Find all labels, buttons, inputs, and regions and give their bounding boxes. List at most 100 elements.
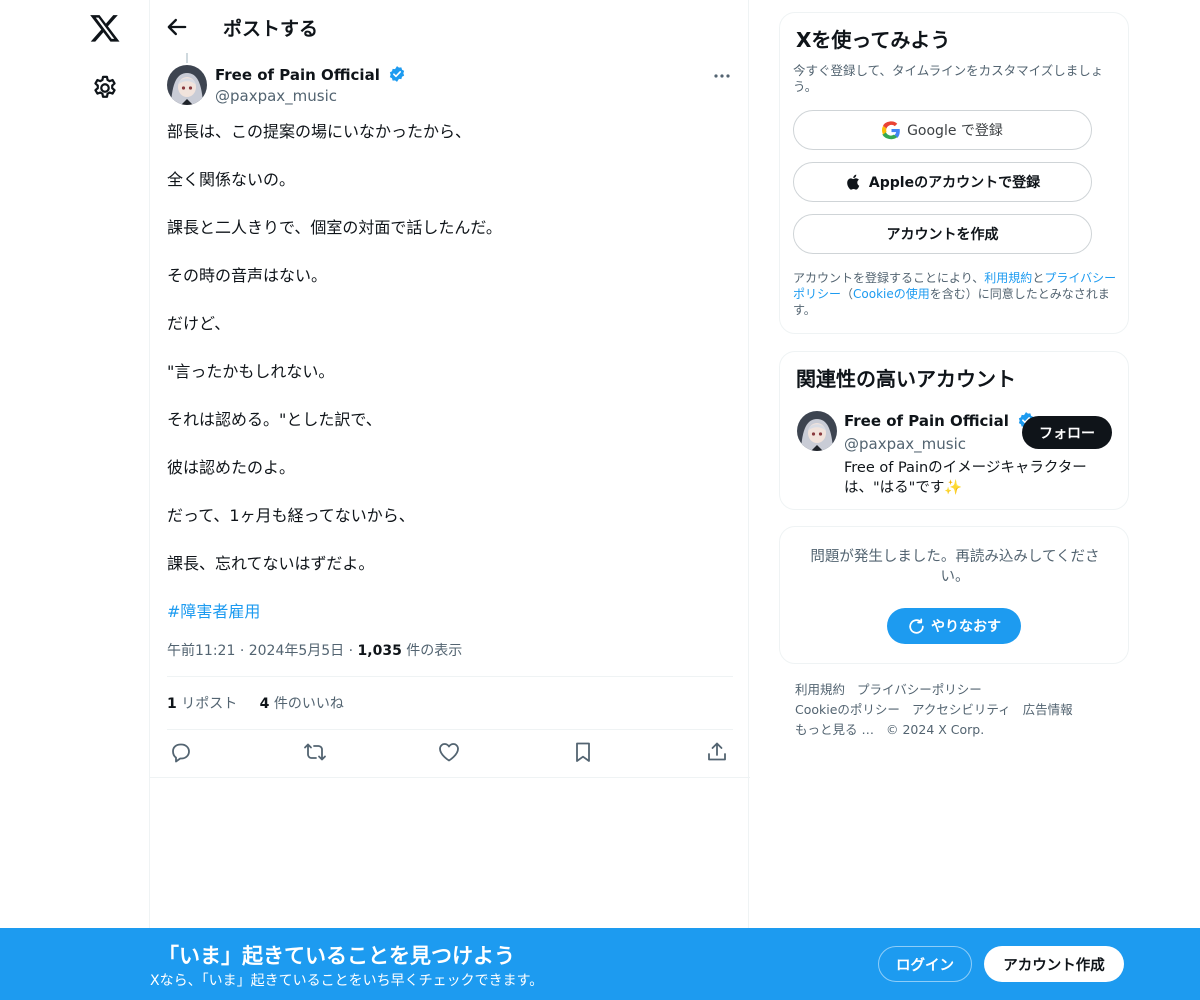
follow-button[interactable]: フォロー	[1022, 416, 1112, 449]
related-accounts-card: 関連性の高いアカウント Free of Pain Official @paxpa…	[779, 351, 1129, 510]
repost-button[interactable]	[303, 740, 329, 766]
post-stats: 1 リポスト 4 件のいいね	[167, 693, 362, 713]
author-handle[interactable]: @paxpax_music	[215, 87, 337, 105]
google-logo-icon	[882, 120, 900, 139]
author-avatar[interactable]	[167, 65, 207, 105]
back-button[interactable]	[163, 13, 191, 41]
reposts-label: リポスト	[181, 696, 238, 712]
legal-text: （	[841, 287, 854, 301]
post-meta: 午前11:21 · 2024年5月5日 · 1,035 件の表示	[167, 640, 462, 660]
main-column: ポストする Free of Pain Official @paxpax_musi…	[149, 0, 750, 1000]
x-logo-icon[interactable]	[89, 12, 121, 44]
apple-logo-icon	[847, 174, 860, 190]
left-nav	[0, 0, 150, 1000]
google-signup-label: Google で登録	[907, 123, 1003, 139]
hashtag-link[interactable]: #障害者雇用	[167, 602, 260, 621]
post-line: それは認める。"とした訳で、	[167, 410, 382, 429]
divider	[167, 729, 733, 730]
retry-label: やりなおす	[931, 619, 1001, 635]
views-label: 件の表示	[406, 643, 463, 659]
gear-icon[interactable]	[91, 74, 119, 102]
signup-card: Xを使ってみよう 今すぐ登録して、タイムラインをカスタマイズしましょう。 Goo…	[779, 12, 1129, 334]
copyright: © 2024 X Corp.	[885, 722, 985, 737]
likes-stat[interactable]: 4 件のいいね	[260, 696, 344, 712]
post-line: 全く関係ないの。	[167, 170, 296, 189]
share-icon	[708, 742, 726, 761]
page-title: ポストする	[223, 18, 319, 40]
repost-icon	[304, 743, 326, 761]
meta-separator: ·	[239, 643, 245, 659]
legal-text: と	[1032, 271, 1045, 285]
bookmark-icon	[576, 742, 590, 762]
legal-notice: アカウントを登録することにより、利用規約とプライバシーポリシー（Cookieの使…	[793, 270, 1123, 318]
divider	[150, 777, 750, 778]
error-message: 問題が発生しました。再読み込みしてください。	[810, 549, 1100, 585]
signup-button[interactable]: アカウント作成	[984, 946, 1124, 982]
footer-link[interactable]: 広告情報	[1023, 702, 1073, 717]
banner-title: 「いま」起きていることを見つけよう	[158, 944, 515, 968]
google-signup-button[interactable]: Google で登録	[793, 110, 1092, 150]
retry-button[interactable]: やりなおす	[887, 608, 1021, 644]
post-line: 課長、忘れてないはずだよ。	[167, 554, 375, 573]
signup-subtitle: 今すぐ登録して、タイムラインをカスタマイズしましょう。	[793, 63, 1104, 94]
post-actions	[150, 740, 750, 768]
reply-button[interactable]	[169, 740, 195, 766]
more-options-button[interactable]	[711, 65, 733, 87]
post-time[interactable]: 午前11:21	[167, 643, 235, 659]
author-name-text: Free of Pain Official	[215, 66, 380, 84]
post-line: "言ったかもしれない。	[167, 362, 335, 381]
create-account-button[interactable]: アカウントを作成	[793, 214, 1092, 254]
post-line: その時の音声はない。	[167, 266, 328, 285]
post-line: だって、1ヶ月も経ってないから、	[167, 506, 415, 525]
login-button[interactable]: ログイン	[878, 946, 972, 982]
legal-text: アカウントを登録することにより、	[793, 271, 985, 285]
likes-count: 4	[259, 696, 270, 712]
like-button[interactable]	[437, 740, 463, 766]
divider	[167, 676, 733, 677]
bottom-banner: 「いま」起きていることを見つけよう Xなら、「いま」起きていることをいち早くチェ…	[0, 928, 1200, 1000]
related-handle[interactable]: @paxpax_music	[844, 435, 966, 453]
terms-link[interactable]: 利用規約	[984, 271, 1032, 285]
post-line: 部長は、この提案の場にいなかったから、	[167, 122, 472, 141]
post-text: 部長は、この提案の場にいなかったから、 全く関係ないの。 課長と二人きりで、個室…	[167, 120, 737, 648]
views-count: 1,035	[357, 643, 402, 659]
post-date[interactable]: 2024年5月5日	[249, 643, 344, 659]
likes-label: 件のいいね	[273, 696, 344, 712]
refresh-icon	[909, 618, 924, 634]
post-line: 彼は認めたのよ。	[167, 458, 296, 477]
related-bio: Free of Painのイメージキャラクターは、"はる"です✨	[844, 460, 1087, 496]
heart-icon	[439, 743, 459, 762]
apple-signup-button[interactable]: Appleのアカウントで登録	[793, 162, 1092, 202]
reposts-stat[interactable]: 1 リポスト	[167, 696, 237, 712]
apple-signup-label: Appleのアカウントで登録	[868, 175, 1041, 191]
arrow-left-icon	[167, 18, 187, 36]
meta-separator: ·	[348, 643, 354, 659]
post-line: だけど、	[167, 314, 231, 333]
footer-links: 利用規約 プライバシーポリシー Cookieのポリシー アクセシビリティ 広告情報 も…	[795, 680, 1115, 740]
footer-link[interactable]: 利用規約	[795, 682, 845, 697]
footer-link[interactable]: アクセシビリティ	[912, 702, 1011, 717]
author-name[interactable]: Free of Pain Official	[215, 65, 406, 84]
verified-badge-icon	[389, 66, 405, 82]
share-button[interactable]	[705, 740, 731, 766]
signup-title: Xを使ってみよう	[796, 28, 951, 52]
related-name[interactable]: Free of Pain Official	[844, 411, 1035, 430]
thread-line	[186, 53, 188, 63]
footer-link[interactable]: Cookieのポリシー	[795, 702, 900, 717]
error-card: 問題が発生しました。再読み込みしてください。 やりなおす	[779, 526, 1129, 664]
more-dots-icon	[714, 74, 730, 78]
reposts-count: 1	[167, 696, 177, 712]
footer-more-link[interactable]: もっと見る …	[795, 722, 874, 737]
create-account-label: アカウントを作成	[886, 227, 999, 243]
cookie-link[interactable]: Cookieの使用	[853, 287, 930, 301]
post-line: 課長と二人きりで、個室の対面で話したんだ。	[167, 218, 502, 237]
reply-icon	[172, 743, 190, 763]
banner-subtitle: Xなら、「いま」起きていることをいち早くチェックできます。	[150, 973, 544, 989]
bookmark-button[interactable]	[571, 740, 597, 766]
related-title: 関連性の高いアカウント	[796, 367, 1016, 391]
footer-link[interactable]: プライバシーポリシー	[857, 682, 982, 697]
related-avatar[interactable]	[797, 411, 837, 451]
top-bar: ポストする	[150, 0, 750, 53]
related-name-text: Free of Pain Official	[844, 412, 1009, 430]
app: ポストする Free of Pain Official @paxpax_musi…	[0, 0, 1200, 1000]
